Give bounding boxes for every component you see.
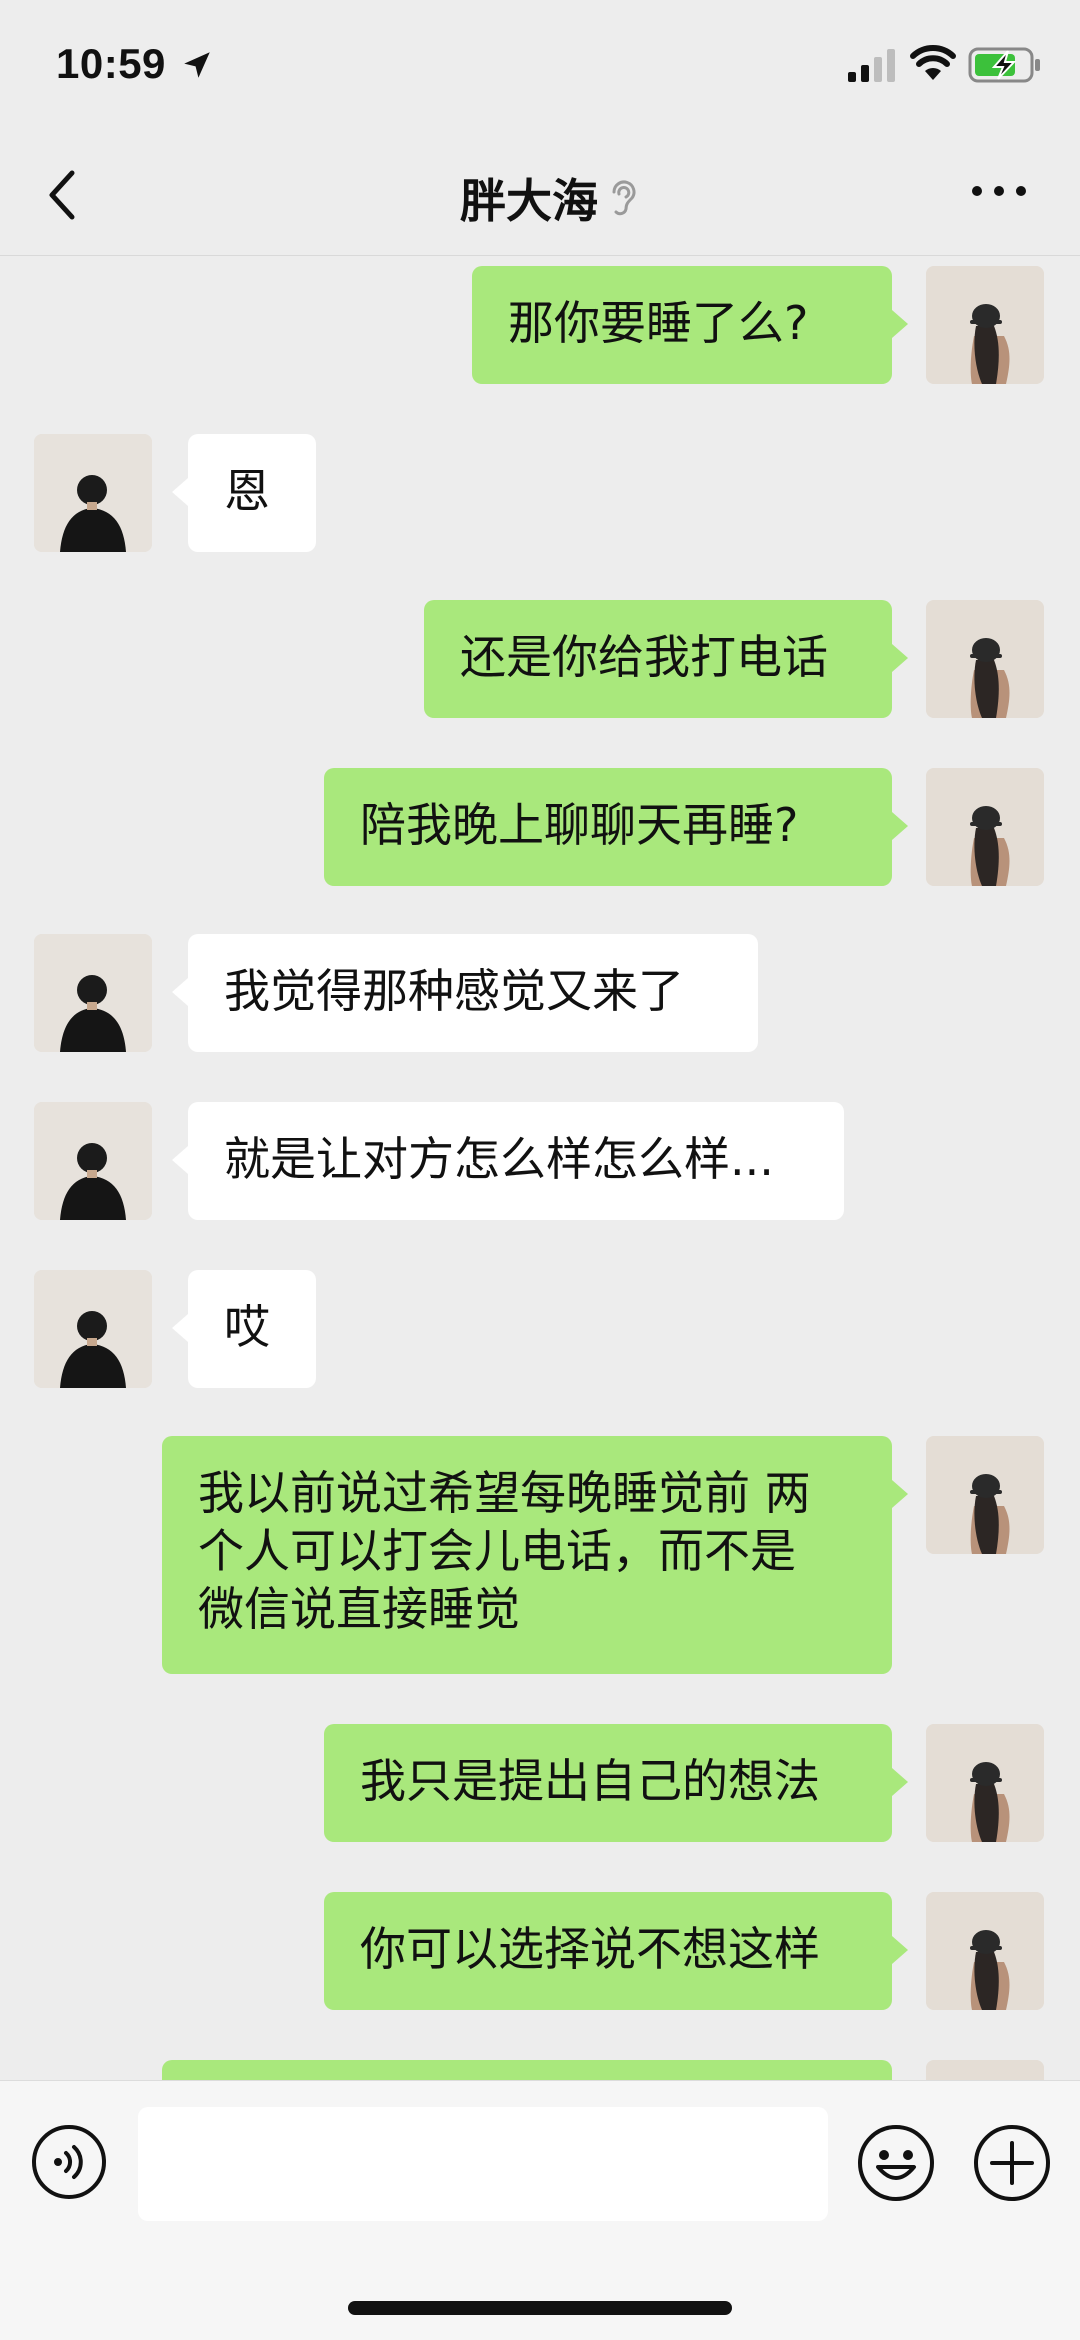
message-bubble[interactable]: 那你要睡了么? bbox=[472, 266, 892, 384]
contact-avatar-image bbox=[34, 1102, 152, 1220]
message-row: 哎 bbox=[0, 1270, 1080, 1390]
home-indicator[interactable] bbox=[348, 2301, 732, 2315]
message-row: 我只是提出自己的想法 bbox=[0, 1724, 1080, 1844]
message-bubble[interactable]: 还是你给我打电话 bbox=[424, 600, 892, 718]
self-avatar-image bbox=[926, 768, 1044, 886]
avatar[interactable] bbox=[926, 600, 1044, 718]
bubble-tail bbox=[892, 310, 908, 338]
bubble-tail bbox=[892, 1480, 908, 1508]
voice-icon[interactable] bbox=[30, 2123, 108, 2201]
message-row: 你可以选择说不想这样 bbox=[0, 1892, 1080, 2012]
message-bubble[interactable]: 哎 bbox=[188, 1270, 316, 1388]
bubble-tail bbox=[892, 1936, 908, 1964]
self-avatar-image bbox=[926, 1724, 1044, 1842]
contact-avatar-image bbox=[34, 934, 152, 1052]
self-avatar-image bbox=[926, 600, 1044, 718]
bubble-tail bbox=[172, 978, 188, 1006]
avatar[interactable] bbox=[926, 266, 1044, 384]
status-bar: 10:59 bbox=[0, 0, 1080, 135]
message-bubble[interactable]: 你可以选择说不想这样 bbox=[324, 1892, 892, 2010]
status-time: 10:59 bbox=[56, 40, 166, 87]
battery-charging-icon bbox=[968, 47, 1040, 83]
message-bubble[interactable]: 我以前说过希望每晚睡觉前 两 个人可以打会儿电话，而不是 微信说直接睡觉 bbox=[162, 1436, 892, 1674]
bubble-tail bbox=[172, 1314, 188, 1342]
message-row: 恩 bbox=[0, 434, 1080, 554]
avatar[interactable] bbox=[34, 1102, 152, 1220]
avatar[interactable] bbox=[34, 434, 152, 552]
more-icon[interactable] bbox=[968, 179, 1030, 203]
message-row: 我以前说过希望每晚睡觉前 两 个人可以打会儿电话，而不是 微信说直接睡觉 bbox=[0, 1436, 1080, 1676]
avatar[interactable] bbox=[926, 768, 1044, 886]
message-row: 我觉得那种感觉又来了 bbox=[0, 934, 1080, 1054]
bubble-tail bbox=[172, 478, 188, 506]
self-avatar-image bbox=[926, 1892, 1044, 2010]
self-avatar-image bbox=[926, 266, 1044, 384]
contact-avatar-image bbox=[34, 434, 152, 552]
plus-icon[interactable] bbox=[972, 2123, 1052, 2203]
avatar[interactable] bbox=[926, 1724, 1044, 1842]
message-bubble[interactable]: 陪我晚上聊聊天再睡? bbox=[324, 768, 892, 886]
bubble-tail bbox=[892, 644, 908, 672]
message-row: 就是让对方怎么样怎么样... bbox=[0, 1102, 1080, 1222]
input-bar bbox=[0, 2080, 1080, 2340]
emoji-icon[interactable] bbox=[856, 2123, 936, 2203]
ear-icon bbox=[612, 180, 636, 216]
message-bubble[interactable] bbox=[162, 2060, 892, 2080]
avatar[interactable] bbox=[926, 1892, 1044, 2010]
message-bubble[interactable]: 恩 bbox=[188, 434, 316, 552]
avatar[interactable] bbox=[34, 1270, 152, 1388]
message-row: 陪我晚上聊聊天再睡? bbox=[0, 768, 1080, 888]
cellular-signal-icon bbox=[848, 49, 895, 82]
message-list[interactable]: 那你要睡了么? 恩 还是你给我打电话 陪我晚上聊聊天再睡? 我觉得那种感觉又来了… bbox=[0, 256, 1080, 2080]
contact-name: 胖大海 bbox=[460, 174, 598, 228]
message-row bbox=[0, 2060, 1080, 2080]
avatar[interactable] bbox=[34, 934, 152, 1052]
bubble-tail bbox=[172, 1146, 188, 1174]
contact-avatar-image bbox=[34, 1270, 152, 1388]
location-arrow-icon bbox=[184, 52, 210, 78]
avatar[interactable] bbox=[926, 2060, 1044, 2080]
bubble-tail bbox=[892, 812, 908, 840]
avatar[interactable] bbox=[926, 1436, 1044, 1554]
wifi-icon bbox=[910, 45, 956, 80]
self-avatar-image bbox=[926, 2060, 1044, 2080]
nav-bar: 胖大海 bbox=[0, 135, 1080, 256]
self-avatar-image bbox=[926, 1436, 1044, 1554]
message-row: 还是你给我打电话 bbox=[0, 600, 1080, 720]
bubble-tail bbox=[892, 1768, 908, 1796]
chat-title: 胖大海 bbox=[460, 165, 640, 231]
message-bubble[interactable]: 我觉得那种感觉又来了 bbox=[188, 934, 758, 1052]
back-icon[interactable] bbox=[40, 163, 84, 227]
message-bubble[interactable]: 就是让对方怎么样怎么样... bbox=[188, 1102, 844, 1220]
message-bubble[interactable]: 我只是提出自己的想法 bbox=[324, 1724, 892, 1842]
message-input[interactable] bbox=[138, 2107, 828, 2221]
message-row: 那你要睡了么? bbox=[0, 266, 1080, 386]
